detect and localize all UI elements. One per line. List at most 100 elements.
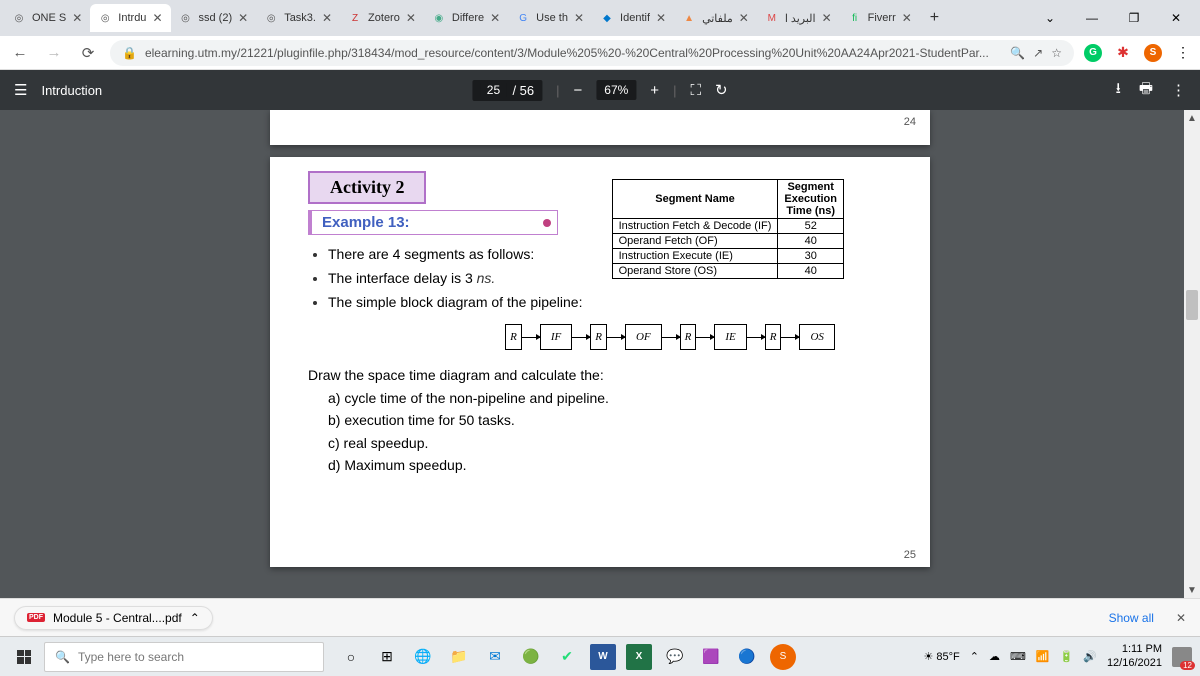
extension-s-icon[interactable]: S [1144,44,1162,62]
show-all-downloads-link[interactable]: Show all [1109,611,1154,625]
table-header: Segment Name [612,180,778,219]
app-icon[interactable]: 🟪 [698,644,724,670]
search-icon: 🔍 [55,650,70,664]
taskbar-search[interactable]: 🔍 Type here to search [44,642,324,672]
download-icon[interactable]: ⭳ [1116,78,1121,103]
browser-tab[interactable]: ◎ Task3. ✕ [256,4,340,32]
chrome-icon[interactable]: 🟢 [518,644,544,670]
browser-tab[interactable]: ◎Intrdu✕ [90,4,170,32]
tab-title: Task3. [284,12,316,24]
scroll-thumb[interactable] [1186,290,1198,320]
file-explorer-icon[interactable]: 📁 [446,644,472,670]
tab-close-button[interactable]: ✕ [822,11,832,25]
tab-title: Fiverr [868,12,896,24]
browser-tab[interactable]: ◆Identif✕ [592,4,674,32]
extension-puzzle-icon[interactable]: ✱ [1114,44,1132,62]
tab-favicon: ◎ [179,11,193,25]
weather-widget[interactable]: ☀ 85°F [923,650,959,663]
forward-button[interactable]: → [42,41,66,65]
tab-title: Identif [620,12,650,24]
address-bar: ← → ⟳ 🔒 elearning.utm.my/21221/pluginfil… [0,36,1200,70]
tab-favicon: ◎ [264,11,278,25]
download-item[interactable]: PDF Module 5 - Central....pdf ⌃ [14,606,213,630]
tab-close-button[interactable]: ✕ [152,11,162,25]
tab-close-button[interactable]: ✕ [574,11,584,25]
minimize-button[interactable]: ― [1072,4,1112,32]
tab-close-button[interactable]: ✕ [406,11,416,25]
tab-title: Use th [536,12,568,24]
task-view-icon[interactable]: ⊞ [374,644,400,670]
browser-tab[interactable]: ZZotero✕ [340,4,424,32]
whatsapp-icon[interactable]: 💬 [662,644,688,670]
pdf-viewport[interactable]: 24 Activity 2 Segment Name SegmentExecut… [0,110,1200,598]
todo-icon[interactable]: ✔ [554,644,580,670]
reload-button[interactable]: ⟳ [76,41,100,65]
arrow-icon [522,337,540,338]
back-button[interactable]: ← [8,41,32,65]
edge-icon[interactable]: 🌐 [410,644,436,670]
clock[interactable]: 1:11 PM 12/16/2021 [1107,643,1162,669]
word-icon[interactable]: W [590,644,616,670]
scrollbar[interactable]: ▲ ▼ [1184,110,1200,598]
page-number-input[interactable] [480,83,506,97]
start-button[interactable] [8,641,40,673]
battery-icon[interactable]: 🔋 [1060,650,1074,663]
tab-close-button[interactable]: ✕ [490,11,500,25]
table-row: Operand Fetch (OF)40 [612,234,843,249]
hamburger-icon[interactable]: ☰ [14,81,27,99]
extension-grammarly-icon[interactable]: G [1084,44,1102,62]
browser-tab[interactable]: GUse th✕ [508,4,592,32]
cortana-icon[interactable]: ○ [338,644,364,670]
separator: | [673,83,676,98]
chevron-down-icon[interactable]: ⌄ [1030,4,1070,32]
tab-close-button[interactable]: ✕ [72,11,82,25]
tab-close-button[interactable]: ✕ [322,11,332,25]
zoom-in-button[interactable]: + [650,82,659,99]
volume-icon[interactable]: 🔊 [1083,650,1097,663]
tray-chevron-icon[interactable]: ⌃ [970,650,979,663]
tab-close-button[interactable]: ✕ [656,11,666,25]
share-icon[interactable]: ↗ [1033,46,1043,60]
tab-close-button[interactable]: ✕ [739,11,749,25]
search-placeholder: Type here to search [78,650,184,664]
browser-tab[interactable]: ◉Differe✕ [424,4,508,32]
mail-icon[interactable]: ✉ [482,644,508,670]
tab-favicon: ◉ [432,11,446,25]
table-row: Operand Store (OS)40 [612,264,843,279]
rotate-icon[interactable]: ↻ [715,81,728,99]
new-tab-button[interactable]: + [920,9,949,27]
search-in-page-icon[interactable]: 🔍 [1010,46,1025,60]
zoom-out-button[interactable]: − [574,82,583,99]
tab-favicon: fi [848,11,862,25]
tab-close-button[interactable]: ✕ [238,11,248,25]
zoom-input[interactable] [596,80,636,100]
close-window-button[interactable]: ✕ [1156,4,1196,32]
app-icon-3[interactable]: S [770,644,796,670]
maximize-button[interactable]: ❐ [1114,4,1154,32]
scroll-down-arrow[interactable]: ▼ [1184,582,1200,598]
fit-page-icon[interactable]: ⛶ [690,82,701,99]
browser-menu-button[interactable]: ⋮ [1174,44,1192,62]
pdf-menu-button[interactable]: ⋮ [1171,81,1186,99]
chevron-up-icon[interactable]: ⌃ [190,611,200,625]
app-icon-2[interactable]: 🔵 [734,644,760,670]
browser-tab[interactable]: ▲ملفاتي✕ [674,4,757,32]
excel-icon[interactable]: X [626,644,652,670]
url-input[interactable]: 🔒 elearning.utm.my/21221/pluginfile.php/… [110,40,1074,66]
close-downloads-bar-button[interactable]: ✕ [1176,611,1186,625]
browser-tab[interactable]: Mالبريد ا✕ [757,4,840,32]
activity-heading: Activity 2 [308,171,426,204]
keyboard-icon[interactable]: ⌨ [1010,650,1026,663]
pipeline-stage: IF [540,324,572,350]
browser-tab[interactable]: ◎ONE S✕ [4,4,90,32]
pipeline-stage: R [680,324,697,350]
browser-tab[interactable]: fi Fiverr ✕ [840,4,920,32]
wifi-icon[interactable]: 📶 [1036,650,1050,663]
cloud-icon[interactable]: ☁ [989,650,1000,663]
notifications-button[interactable]: 12 [1172,647,1192,667]
tab-close-button[interactable]: ✕ [902,11,912,25]
print-icon[interactable]: 🖶 [1139,78,1153,103]
browser-tab[interactable]: ◎ssd (2)✕ [171,4,257,32]
bookmark-icon[interactable]: ☆ [1051,46,1062,60]
scroll-up-arrow[interactable]: ▲ [1184,110,1200,126]
